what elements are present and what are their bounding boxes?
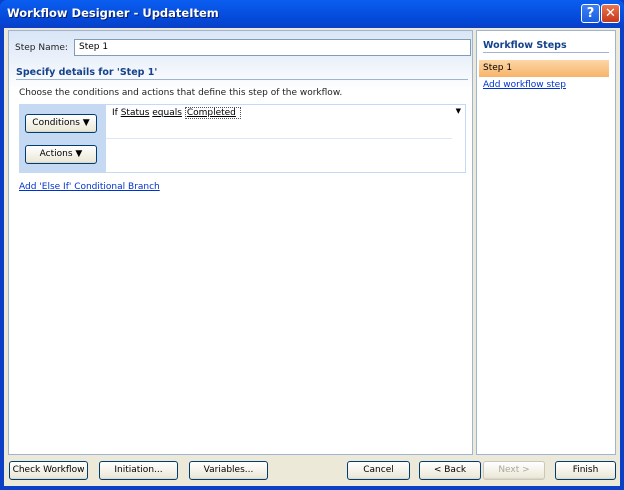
divider xyxy=(16,79,468,80)
condition-operator-link[interactable]: equals xyxy=(152,108,182,118)
actions-button[interactable]: Actions ▼ xyxy=(25,145,97,164)
add-workflow-step-link[interactable]: Add workflow step xyxy=(483,80,566,90)
workflow-designer-window: Workflow Designer - UpdateItem ? ✕ Step … xyxy=(0,0,624,490)
condition-menu-arrow-icon[interactable]: ▼ xyxy=(456,107,461,115)
next-button: Next > xyxy=(483,461,545,480)
divider xyxy=(483,52,609,53)
conditions-button[interactable]: Conditions ▼ xyxy=(25,114,97,133)
step-name-label: Step Name: xyxy=(15,43,68,53)
dialog-body: Step Name: Step 1 Specify details for 'S… xyxy=(4,28,620,486)
add-else-if-branch-link[interactable]: Add 'Else If' Conditional Branch xyxy=(19,182,160,192)
step-details-panel: Step Name: Step 1 Specify details for 'S… xyxy=(8,30,473,455)
separator xyxy=(106,138,452,139)
window-title: Workflow Designer - UpdateItem xyxy=(7,6,219,20)
close-button[interactable]: ✕ xyxy=(601,4,620,23)
initiation-button[interactable]: Initiation... xyxy=(99,461,178,480)
variables-button[interactable]: Variables... xyxy=(189,461,268,480)
details-description: Choose the conditions and actions that d… xyxy=(19,88,343,98)
cancel-button[interactable]: Cancel xyxy=(347,461,410,480)
step-name-input[interactable]: Step 1 xyxy=(74,39,471,56)
if-text: If xyxy=(112,108,118,118)
condition-field-link[interactable]: Status xyxy=(121,108,150,118)
workflow-steps-panel: Workflow Steps Step 1 Add workflow step xyxy=(476,30,616,455)
condition-sentence: If Status equals Completed xyxy=(112,107,241,119)
check-workflow-button[interactable]: Check Workflow xyxy=(9,461,88,480)
details-heading: Specify details for 'Step 1' xyxy=(16,67,158,78)
help-button[interactable]: ? xyxy=(581,4,600,23)
condition-value-link[interactable]: Completed xyxy=(184,107,241,119)
workflow-steps-heading: Workflow Steps xyxy=(483,40,567,51)
rule-box: Conditions ▼ Actions ▼ If Status equals … xyxy=(19,104,466,173)
back-button[interactable]: < Back xyxy=(419,461,481,480)
step-list-item-selected[interactable]: Step 1 xyxy=(479,60,609,77)
finish-button[interactable]: Finish xyxy=(555,461,616,480)
